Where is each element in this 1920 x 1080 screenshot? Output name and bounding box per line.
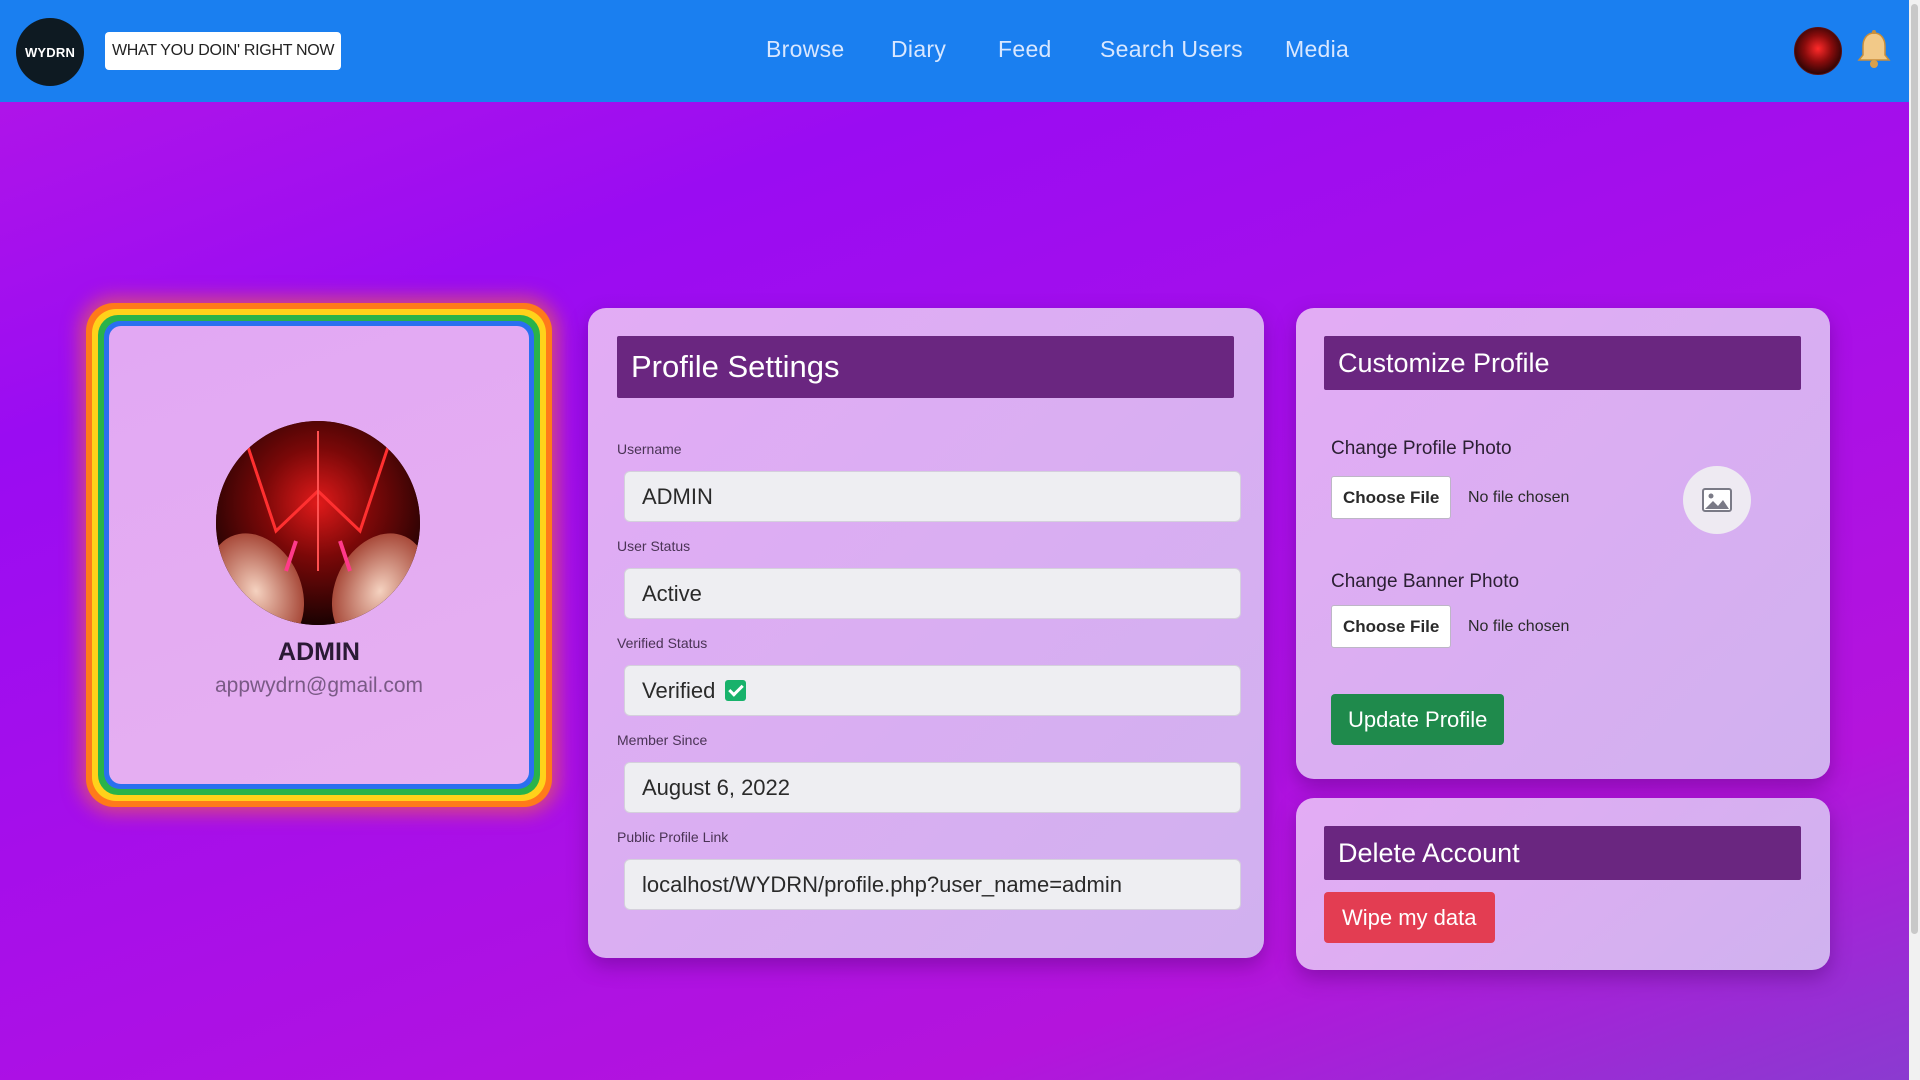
profile-settings-title: Profile Settings <box>617 336 1234 398</box>
delete-account-card: Delete Account Wipe my data <box>1296 798 1830 970</box>
top-navbar: WYDRN WHAT YOU DOIN' RIGHT NOW <box>0 0 1909 102</box>
username-field[interactable]: ADMIN <box>624 471 1241 522</box>
change-profile-photo-label: Change Profile Photo <box>1331 438 1512 459</box>
verified-status-label: Verified Status <box>617 635 708 651</box>
username-label: Username <box>617 441 682 457</box>
verified-text: Verified <box>642 677 716 703</box>
choose-profile-photo-button[interactable]: Choose File <box>1331 476 1452 519</box>
public-link-label: Public Profile Link <box>617 829 729 845</box>
verified-status-field[interactable]: Verified <box>624 665 1241 716</box>
profile-card: ADMIN appwydrn@gmail.com <box>86 303 552 807</box>
member-since-label: Member Since <box>617 732 708 748</box>
site-logo[interactable]: WYDRN <box>16 18 84 86</box>
scrollbar-thumb[interactable] <box>1911 4 1918 934</box>
bell-icon[interactable] <box>1856 30 1892 70</box>
nav-diary[interactable]: Diary <box>891 36 946 63</box>
choose-banner-photo-button[interactable]: Choose File <box>1331 605 1452 648</box>
profile-name: ADMIN <box>278 638 360 666</box>
user-status-label: User Status <box>617 538 691 554</box>
user-status-field[interactable]: Active <box>624 568 1241 619</box>
profile-photo-file-status: No file chosen <box>1468 489 1570 506</box>
profile-settings-card: Profile Settings Username ADMIN User Sta… <box>588 308 1264 958</box>
user-avatar[interactable] <box>1794 27 1842 75</box>
photo-preview <box>1683 466 1751 534</box>
public-link-field[interactable]: localhost/WYDRN/profile.php?user_name=ad… <box>624 859 1241 910</box>
delete-account-title: Delete Account <box>1324 826 1801 880</box>
nav-feed[interactable]: Feed <box>998 36 1052 63</box>
customize-profile-card: Customize Profile Change Profile Photo C… <box>1296 308 1830 779</box>
banner-photo-file-status: No file chosen <box>1468 618 1570 635</box>
verified-check-icon <box>725 680 747 701</box>
member-since-field[interactable]: August 6, 2022 <box>624 762 1241 813</box>
nav-browse[interactable]: Browse <box>766 36 845 63</box>
site-tagline: WHAT YOU DOIN' RIGHT NOW <box>105 32 342 70</box>
update-profile-button[interactable]: Update Profile <box>1331 694 1505 745</box>
image-icon <box>1702 488 1732 512</box>
profile-photo <box>216 421 420 625</box>
nav-search-users[interactable]: Search Users <box>1100 36 1243 63</box>
customize-profile-title: Customize Profile <box>1324 336 1801 390</box>
change-banner-photo-label: Change Banner Photo <box>1331 571 1520 592</box>
nav-media[interactable]: Media <box>1285 36 1349 63</box>
wipe-data-button[interactable]: Wipe my data <box>1324 892 1495 943</box>
profile-email: appwydrn@gmail.com <box>214 674 424 697</box>
page-scrollbar[interactable] <box>1909 0 1920 1080</box>
